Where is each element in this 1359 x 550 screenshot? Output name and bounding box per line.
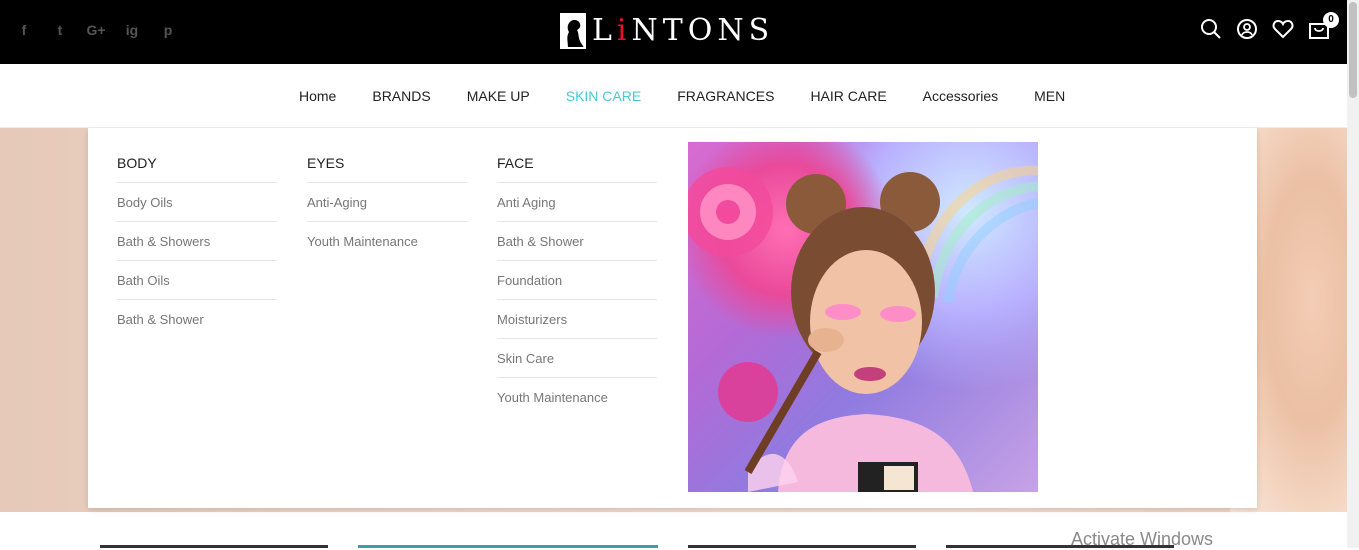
menu-link[interactable]: Anti-Aging [307,183,467,222]
menu-column-heading[interactable]: EYES [307,144,467,183]
nav-item-skin-care[interactable]: SKIN CARE [566,88,641,104]
user-icon[interactable] [1236,18,1258,40]
cart-count-badge: 0 [1323,12,1339,28]
menu-link[interactable]: Bath & Shower [497,222,657,261]
nav-item-fragrances[interactable]: FRAGRANCES [677,88,774,104]
instagram-icon[interactable]: ig [122,20,142,40]
menu-link[interactable]: Foundation [497,261,657,300]
search-icon[interactable] [1200,18,1222,40]
menu-link[interactable]: Anti Aging [497,183,657,222]
nav-item-brands[interactable]: BRANDS [372,88,430,104]
menu-link[interactable]: Bath & Showers [117,222,277,261]
menu-link[interactable]: Youth Maintenance [497,378,657,417]
google-plus-icon[interactable]: G+ [86,20,106,40]
social-links: f t G+ ig p [14,20,178,40]
top-header-bar: f t G+ ig p LiNTONS 0 [0,0,1347,64]
nav-item-home[interactable]: Home [299,88,336,104]
menu-link[interactable]: Bath Oils [117,261,277,300]
menu-link[interactable]: Body Oils [117,183,277,222]
nav-item-make-up[interactable]: MAKE UP [467,88,530,104]
menu-link[interactable]: Moisturizers [497,300,657,339]
logo-silhouette-icon [560,13,586,49]
menu-column-body: BODY Body Oils Bath & Showers Bath Oils … [117,144,277,339]
twitter-icon[interactable]: t [50,20,70,40]
nav-item-accessories[interactable]: Accessories [923,88,998,104]
menu-column-eyes: EYES Anti-Aging Youth Maintenance [307,144,467,261]
site-logo[interactable]: LiNTONS [560,12,774,50]
pinterest-icon[interactable]: p [158,20,178,40]
menu-column-face: FACE Anti Aging Bath & Shower Foundation… [497,144,657,417]
skin-care-mega-menu: BODY Body Oils Bath & Showers Bath Oils … [88,128,1257,508]
main-navigation: Home BRANDS MAKE UP SKIN CARE FRAGRANCES… [0,64,1347,128]
heart-icon[interactable] [1272,18,1294,40]
menu-link[interactable]: Youth Maintenance [307,222,467,261]
nav-item-hair-care[interactable]: HAIR CARE [810,88,886,104]
page-scrollbar[interactable] [1347,0,1359,548]
header-actions [1200,18,1330,40]
facebook-icon[interactable]: f [14,20,34,40]
logo-wordmark: LiNTONS [592,13,775,48]
menu-link[interactable]: Bath & Shower [117,300,277,339]
promo-model-image[interactable] [688,142,1038,492]
windows-watermark: Activate Windows [1071,529,1214,549]
menu-column-heading[interactable]: BODY [117,144,277,183]
nav-item-men[interactable]: MEN [1034,88,1065,104]
scrollbar-thumb[interactable] [1349,2,1357,98]
menu-column-heading[interactable]: FACE [497,144,657,183]
menu-link[interactable]: Skin Care [497,339,657,378]
